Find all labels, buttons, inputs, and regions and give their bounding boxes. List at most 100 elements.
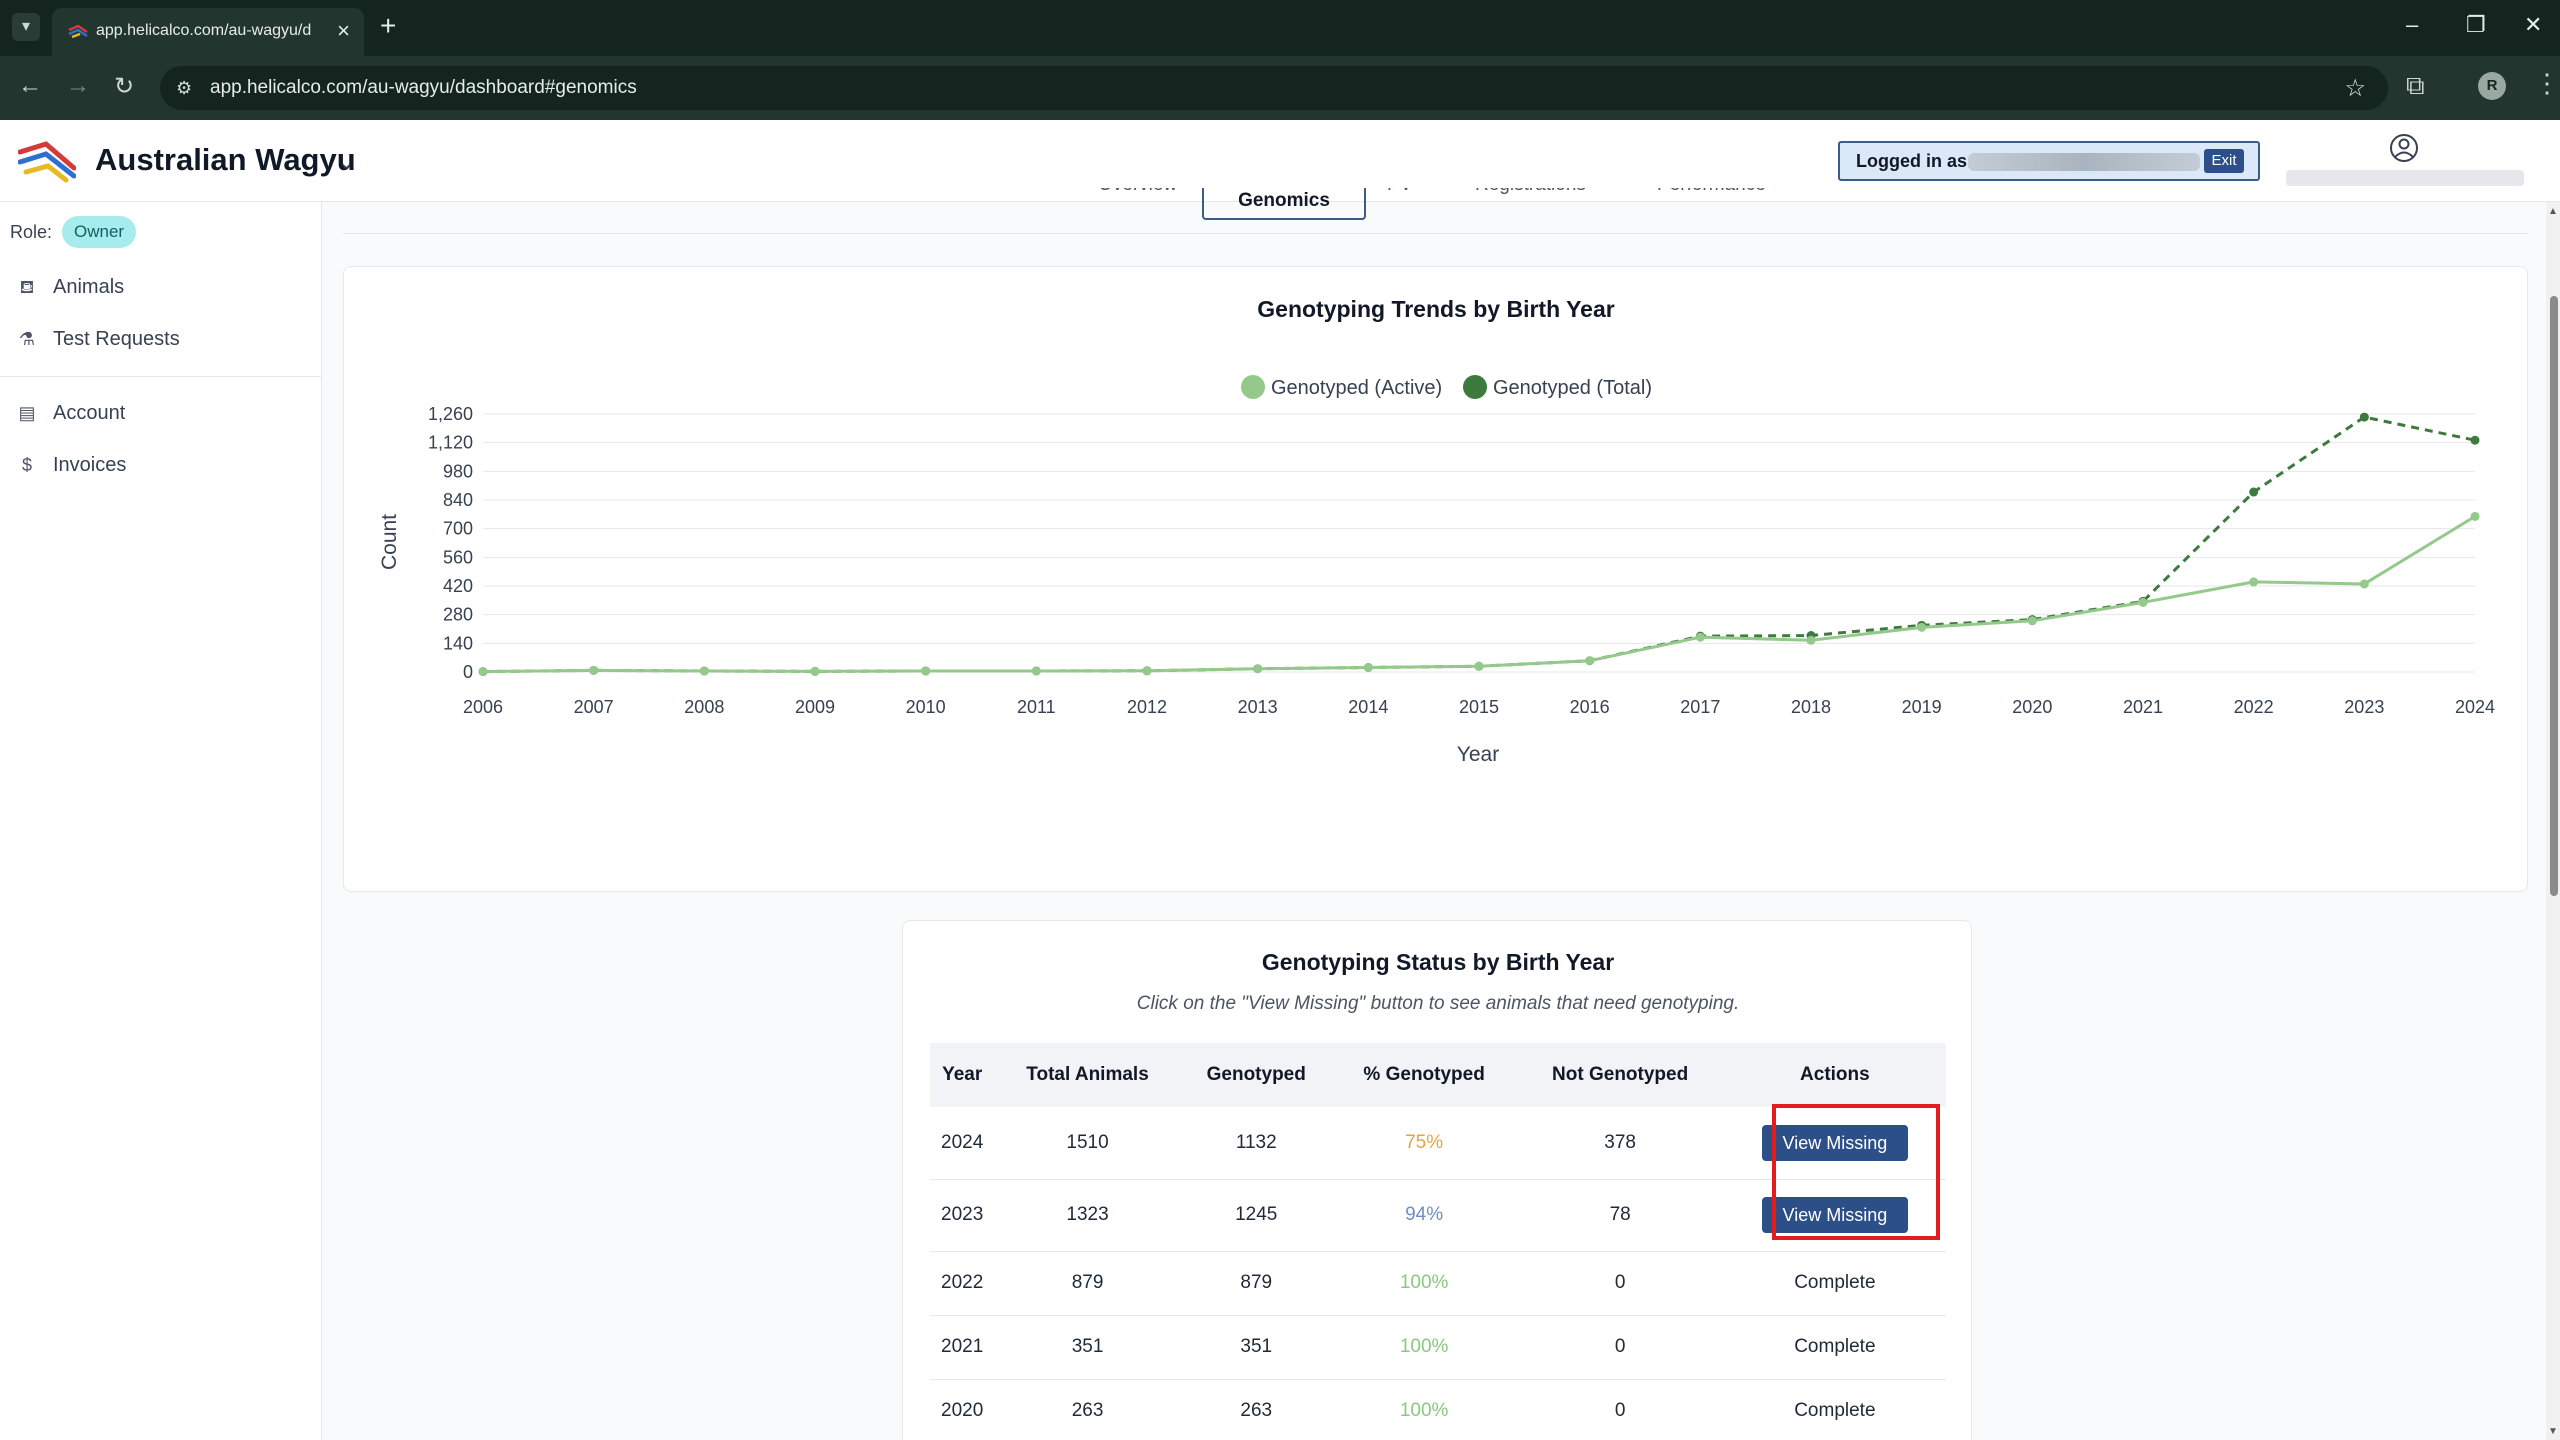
cell-year: 2024 bbox=[941, 1131, 984, 1153]
browser-menu-icon[interactable]: ⋮ bbox=[2534, 68, 2560, 99]
y-tick-label: 280 bbox=[443, 605, 473, 625]
extensions-icon[interactable]: ⧉ bbox=[2406, 70, 2425, 102]
tab-registrations[interactable]: Registrations bbox=[1475, 188, 1586, 196]
x-tick-label: 2013 bbox=[1238, 697, 1278, 717]
data-point bbox=[2249, 577, 2259, 587]
bookmark-star-icon[interactable]: ☆ bbox=[2344, 74, 2366, 103]
cell-pct: 100% bbox=[1399, 1336, 1449, 1357]
table-row: 2022 879 879 100% 0 Complete bbox=[930, 1251, 1946, 1315]
data-point bbox=[1031, 666, 1041, 676]
impersonation-banner: Logged in as Exit bbox=[1838, 141, 2260, 181]
data-point bbox=[2249, 487, 2259, 497]
cell-action-complete: Complete bbox=[1794, 1400, 1876, 1421]
x-tick-label: 2012 bbox=[1127, 697, 1167, 717]
y-tick-label: 980 bbox=[443, 461, 473, 481]
legend-swatch bbox=[1463, 375, 1487, 399]
site-info-icon[interactable]: ⚙ bbox=[176, 78, 192, 99]
cow-icon: ⛾ bbox=[19, 277, 35, 297]
cell-year: 2021 bbox=[941, 1336, 984, 1357]
redacted-username bbox=[1968, 153, 2200, 171]
cell-pct: 100% bbox=[1399, 1272, 1449, 1293]
sidebar-item-invoices[interactable]: $ Invoices bbox=[16, 448, 306, 482]
cell-year: 2023 bbox=[941, 1204, 984, 1225]
sidebar-item-test-requests[interactable]: ⚗ Test Requests bbox=[16, 322, 306, 356]
cell-genotyped: 1245 bbox=[1235, 1204, 1278, 1225]
data-point bbox=[2138, 597, 2148, 607]
logged-in-label: Logged in as bbox=[1856, 151, 1968, 171]
profile-avatar[interactable]: R bbox=[2478, 72, 2506, 100]
org-title[interactable]: Australian Wagyu bbox=[95, 142, 356, 178]
column-header-total: Total Animals bbox=[1026, 1064, 1149, 1085]
column-header-actions: Actions bbox=[1800, 1064, 1870, 1085]
scrollbar-thumb[interactable] bbox=[2550, 296, 2558, 896]
reload-icon[interactable]: ↻ bbox=[114, 72, 134, 101]
tab-pv[interactable]: PV bbox=[1387, 188, 1412, 196]
cell-genotyped: 263 bbox=[1240, 1400, 1273, 1421]
legend-label: Genotyped (Active) bbox=[1271, 377, 1442, 399]
y-axis-label: Count bbox=[378, 514, 401, 570]
back-icon[interactable]: ← bbox=[18, 72, 42, 100]
forward-icon[interactable]: → bbox=[66, 72, 90, 100]
chart-canvas: Genotyping Trends by Birth Year Genotyped… bbox=[378, 296, 2495, 766]
browser-toolbar: ← → ↻ ⚙ app.helicalco.com/au-wagyu/dashb… bbox=[0, 56, 2560, 120]
cell-genotyped: 879 bbox=[1240, 1272, 1273, 1293]
x-tick-label: 2017 bbox=[1680, 697, 1720, 717]
x-tick-label: 2009 bbox=[795, 697, 835, 717]
site-favicon-icon bbox=[68, 24, 88, 39]
x-tick-label: 2018 bbox=[1791, 697, 1831, 717]
cell-total: 879 bbox=[1071, 1272, 1104, 1293]
data-point bbox=[1253, 664, 1263, 674]
legend-label: Genotyped (Total) bbox=[1493, 377, 1652, 399]
sidebar: Role: Owner ⛾ Animals ⚗ Test Requests ▤ … bbox=[0, 202, 322, 1440]
exit-button[interactable]: Exit bbox=[2204, 149, 2244, 173]
data-point bbox=[699, 666, 709, 676]
sidebar-item-animals[interactable]: ⛾ Animals bbox=[16, 270, 306, 304]
column-header-not-genotyped: Not Genotyped bbox=[1552, 1064, 1689, 1085]
scroll-down-icon[interactable]: ▼ bbox=[2548, 1426, 2558, 1437]
cell-pct: 94% bbox=[1405, 1204, 1444, 1225]
table-subtitle: Click on the "View Missing" button to se… bbox=[1136, 993, 1740, 1014]
tab-search-button[interactable]: ▾ bbox=[12, 13, 40, 41]
sidebar-item-account[interactable]: ▤ Account bbox=[16, 396, 306, 430]
restore-icon[interactable]: ❐ bbox=[2466, 12, 2486, 38]
x-tick-label: 2024 bbox=[2455, 697, 2495, 717]
x-tick-label: 2006 bbox=[463, 697, 503, 717]
cell-not-genotyped: 78 bbox=[1609, 1204, 1631, 1225]
y-tick-label: 140 bbox=[443, 633, 473, 653]
browser-tab[interactable]: app.helicalco.com/au-wagyu/d × bbox=[52, 8, 364, 56]
chevron-down-icon[interactable]: ⌄ bbox=[338, 150, 355, 175]
cell-total: 263 bbox=[1071, 1400, 1104, 1421]
series-line bbox=[482, 415, 2476, 674]
tab-overview[interactable]: Overview bbox=[1098, 188, 1177, 196]
close-tab-icon[interactable]: × bbox=[337, 18, 350, 44]
address-bar[interactable]: ⚙ app.helicalco.com/au-wagyu/dashboard#g… bbox=[160, 66, 2388, 110]
cell-not-genotyped: 0 bbox=[1614, 1400, 1626, 1421]
tab-genomics[interactable]: Genomics bbox=[1202, 188, 1366, 220]
cell-pct: 75% bbox=[1405, 1131, 1444, 1153]
x-tick-label: 2020 bbox=[2012, 697, 2052, 717]
tab-performance[interactable]: Performance bbox=[1657, 188, 1766, 196]
cell-total: 1510 bbox=[1066, 1131, 1109, 1153]
x-tick-label: 2019 bbox=[1902, 697, 1942, 717]
column-header-genotyped: Genotyped bbox=[1206, 1064, 1306, 1085]
chart-title: Genotyping Trends by Birth Year bbox=[1257, 296, 1614, 322]
scroll-up-icon[interactable]: ▲ bbox=[2548, 206, 2558, 217]
new-tab-icon[interactable]: + bbox=[380, 10, 396, 42]
x-tick-label: 2022 bbox=[2234, 697, 2274, 717]
redacted-user-name bbox=[2286, 170, 2524, 186]
y-tick-label: 0 bbox=[463, 662, 473, 682]
cell-action-complete: Complete bbox=[1794, 1272, 1876, 1293]
cell-year: 2022 bbox=[941, 1272, 984, 1293]
data-point bbox=[1142, 666, 1152, 676]
dollar-icon: $ bbox=[21, 455, 32, 475]
table-title: Genotyping Status by Birth Year bbox=[1261, 949, 1615, 975]
y-tick-label: 560 bbox=[443, 547, 473, 567]
user-account-icon[interactable] bbox=[2388, 132, 2420, 164]
role-label: Role: bbox=[10, 222, 53, 242]
page-tabs: Overview Genomics PV Registrations Perfo… bbox=[343, 188, 2528, 234]
minimize-icon[interactable]: – bbox=[2406, 12, 2418, 38]
data-point bbox=[478, 667, 488, 677]
column-header-year: Year bbox=[942, 1064, 983, 1085]
url-text[interactable]: app.helicalco.com/au-wagyu/dashboard#gen… bbox=[210, 77, 637, 99]
close-window-icon[interactable]: ✕ bbox=[2524, 12, 2542, 38]
